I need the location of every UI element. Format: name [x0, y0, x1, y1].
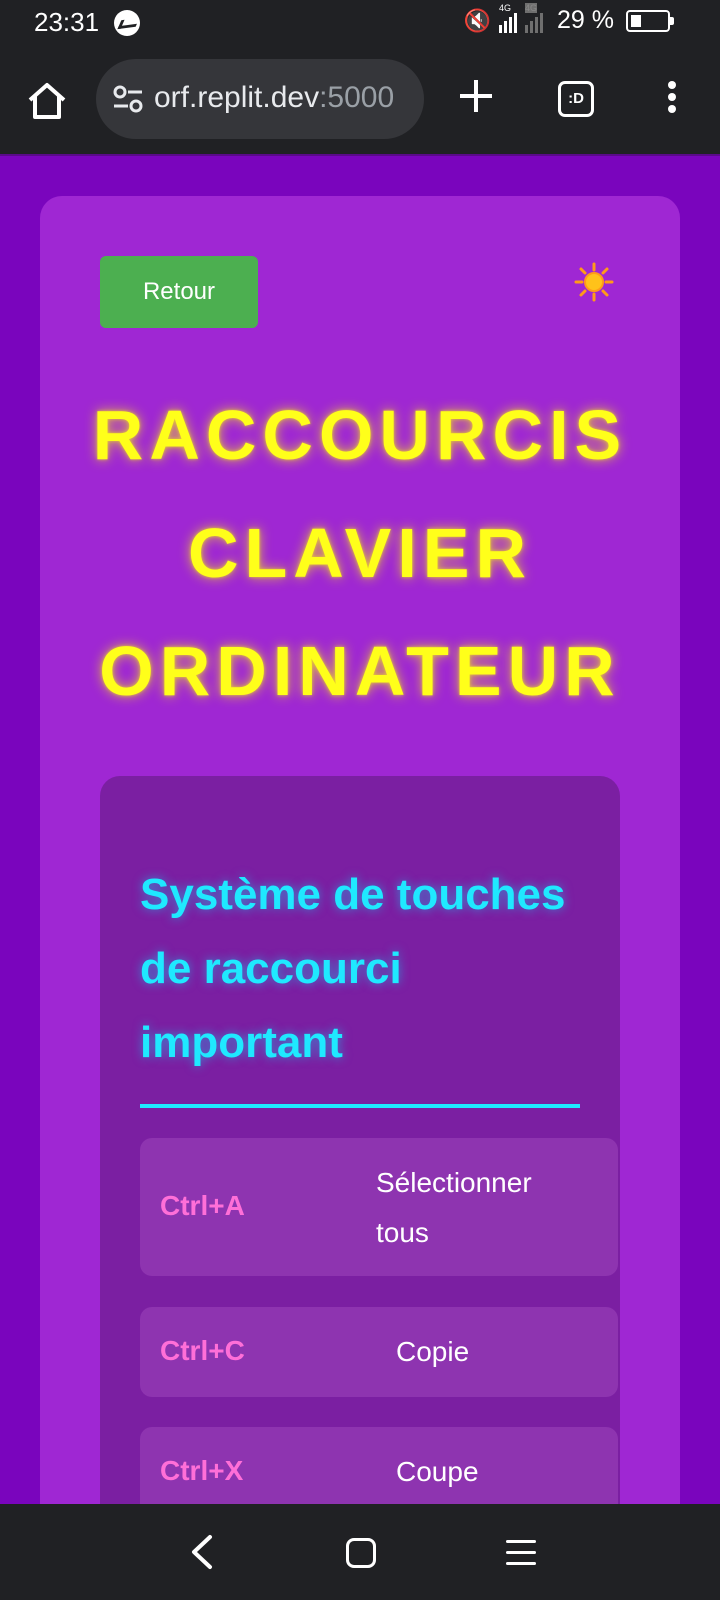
shortcut-row: Ctrl+X Coupe — [140, 1427, 618, 1504]
overflow-menu-icon[interactable] — [662, 78, 682, 118]
shortcut-description: Copie — [396, 1336, 470, 1367]
messenger-icon — [114, 10, 140, 36]
new-tab-icon[interactable] — [456, 76, 496, 116]
site-settings-icon[interactable] — [112, 83, 144, 115]
url-host: orf.replit.dev — [154, 81, 320, 114]
title-line: RACCOURCIS — [92, 396, 628, 474]
status-bar: 23:31 🔇 4G 4G 29 % — [0, 0, 720, 44]
network-type-label: 4G — [499, 2, 512, 13]
page-content: Retour RACCOURCIS CLAVIER ORDINATEUR Sys… — [0, 154, 720, 1504]
shortcut-key: Ctrl+X — [160, 1455, 244, 1486]
back-button[interactable]: Retour — [100, 256, 258, 328]
signal-icon: 4G — [499, 3, 518, 33]
home-icon[interactable] — [26, 80, 68, 122]
battery-level — [631, 14, 641, 27]
recents-nav-icon[interactable] — [506, 1540, 536, 1566]
status-time: 23:31 — [34, 7, 100, 37]
tab-switcher-button[interactable]: :D — [558, 81, 594, 117]
page-title: RACCOURCIS CLAVIER ORDINATEUR — [40, 376, 680, 730]
section-title: Système de touches de raccourci importan… — [140, 870, 566, 1067]
shortcut-row: Ctrl+C Copie — [140, 1307, 618, 1397]
signal-icon-secondary: 4G — [525, 2, 544, 33]
url-text[interactable]: orf.replit.dev:5000 — [154, 81, 394, 115]
main-card: Retour RACCOURCIS CLAVIER ORDINATEUR Sys… — [40, 196, 680, 1504]
title-line: CLAVIER — [187, 514, 533, 592]
battery-percent: 29 % — [557, 6, 614, 34]
shortcut-row: Ctrl+A Sélectionner tous — [140, 1138, 618, 1276]
shortcut-key: Ctrl+A — [160, 1190, 245, 1221]
shortcut-key: Ctrl+C — [160, 1335, 245, 1366]
battery-icon — [626, 9, 674, 32]
section-divider — [140, 1104, 580, 1108]
url-bar[interactable]: orf.replit.dev:5000 — [96, 59, 424, 139]
back-nav-icon[interactable] — [186, 1534, 216, 1570]
shortcut-description: Sélectionner tous — [376, 1167, 532, 1248]
system-nav-bar — [0, 1504, 720, 1600]
home-nav-icon[interactable] — [346, 1538, 376, 1568]
shortcut-description: Coupe — [396, 1456, 479, 1487]
shortcuts-section: Système de touches de raccourci importan… — [100, 776, 620, 1504]
status-icons: 🔇 4G 4G 29 % — [463, 2, 674, 35]
browser-toolbar: orf.replit.dev:5000 :D — [0, 44, 720, 154]
title-line: ORDINATEUR — [99, 632, 621, 710]
sun-icon[interactable] — [574, 262, 614, 302]
mute-icon: 🔇 — [463, 7, 492, 33]
url-port: :5000 — [319, 81, 395, 114]
network-type-label-secondary: 4G — [525, 2, 538, 13]
